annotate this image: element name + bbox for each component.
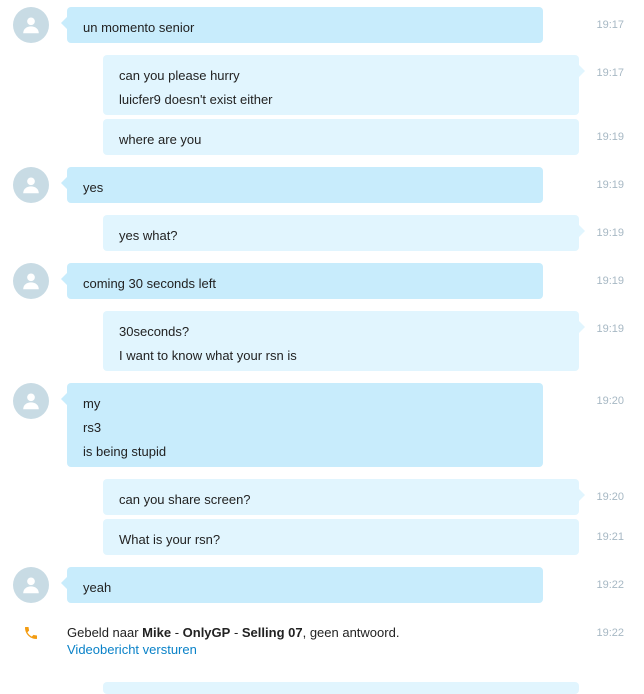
message-timestamp: 19:20: [596, 395, 624, 407]
call-contact-name: Mike: [142, 625, 172, 640]
message-text: yes: [83, 180, 104, 195]
message-text: can you please hurry: [119, 68, 240, 83]
message-text: can you share screen?: [119, 492, 251, 507]
message-bubble-outgoing[interactable]: What is your rsn?: [103, 519, 579, 555]
message-timestamp: 19:19: [596, 227, 624, 239]
call-contact-org: OnlyGP: [182, 625, 231, 640]
message-text: yes what?: [119, 228, 178, 243]
message-timestamp: 19:17: [596, 19, 624, 31]
message-text: coming 30 seconds left: [83, 276, 216, 291]
message-text: my: [83, 396, 101, 411]
message-bubble-outgoing[interactable]: 30seconds? I want to know what your rsn …: [103, 311, 585, 371]
message-timestamp: 19:19: [596, 275, 624, 287]
message-text: is being stupid: [83, 444, 167, 459]
message-text: yeah: [83, 580, 112, 595]
message-bubble-incoming[interactable]: coming 30 seconds left: [61, 263, 543, 299]
call-event-text: Gebeld naar Mike - OnlyGP - Selling 07, …: [67, 625, 400, 640]
message-timestamp: 19:19: [596, 179, 624, 191]
message-text: luicfer9 doesn't exist either: [119, 92, 273, 107]
message-bubble-incoming[interactable]: yeah: [61, 567, 543, 603]
user-silhouette-icon: [23, 177, 39, 194]
avatar[interactable]: [13, 263, 49, 299]
send-video-message-link[interactable]: Videobericht versturen: [67, 642, 197, 657]
message-bubble-outgoing[interactable]: where are you: [103, 119, 579, 155]
message-text: 30seconds?: [119, 324, 190, 339]
call-contact-detail: Selling 07: [241, 625, 303, 640]
message-timestamp: 19:19: [596, 131, 624, 143]
message-timestamp: 19:17: [596, 67, 624, 79]
avatar[interactable]: [13, 383, 49, 419]
message-bubble-incoming[interactable]: yes: [61, 167, 543, 203]
message-bubble-incoming[interactable]: un momento senior: [61, 7, 543, 43]
message-timestamp: 19:22: [596, 579, 624, 591]
call-timestamp: 19:22: [596, 627, 624, 639]
message-bubble-outgoing-partial[interactable]: [103, 682, 579, 694]
avatar[interactable]: [13, 567, 49, 603]
message-timestamp: 19:20: [596, 491, 624, 503]
message-timestamp: 19:19: [596, 323, 624, 335]
message-text: What is your rsn?: [119, 532, 221, 547]
avatar[interactable]: [13, 7, 49, 43]
message-bubble-outgoing[interactable]: yes what?: [103, 215, 585, 251]
call-event: Gebeld naar Mike - OnlyGP - Selling 07, …: [67, 624, 399, 658]
avatar[interactable]: [13, 167, 49, 203]
message-bubble-outgoing[interactable]: can you share screen?: [103, 479, 585, 515]
user-silhouette-icon: [23, 577, 39, 594]
chat-transcript: un momento senior 19:17 can you please h…: [0, 0, 644, 694]
message-text: un momento senior: [83, 20, 195, 35]
message-text: rs3: [83, 420, 102, 435]
phone-icon: [25, 627, 37, 639]
user-silhouette-icon: [23, 393, 39, 410]
message-bubble-outgoing[interactable]: can you please hurry luicfer9 doesn't ex…: [103, 55, 585, 115]
user-silhouette-icon: [23, 17, 39, 34]
message-text: where are you: [119, 132, 202, 147]
message-text: I want to know what your rsn is: [119, 348, 297, 363]
message-bubble-incoming[interactable]: my rs3 is being stupid: [61, 383, 543, 467]
message-timestamp: 19:21: [596, 531, 624, 543]
user-silhouette-icon: [23, 273, 39, 290]
